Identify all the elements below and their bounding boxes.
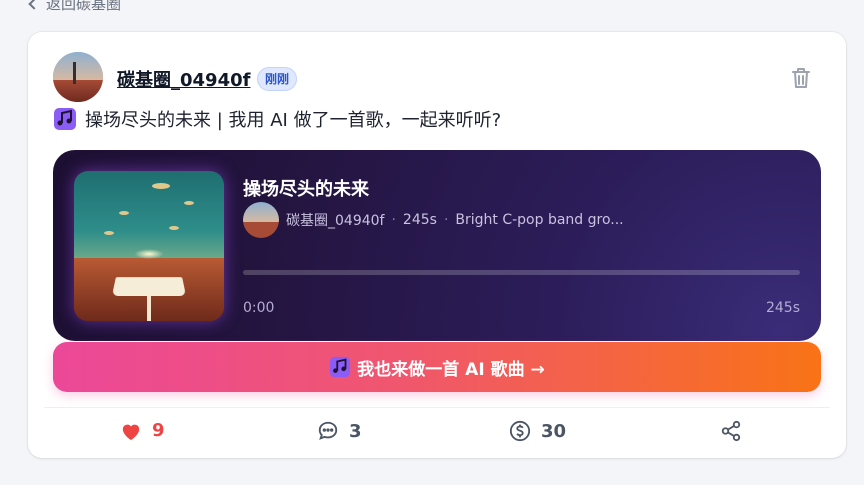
create-song-button[interactable]: 我也来做一首 AI 歌曲 → (53, 342, 821, 392)
dollar-coin-icon (509, 420, 531, 442)
action-bar: 9 3 30 (28, 418, 846, 448)
post-card: 碳基圈_04940f 刚刚 操场尽头的未来 | 我用 AI 做了一首歌，一起来听… (28, 32, 846, 458)
artist-name: 碳基圈_04940f (286, 213, 385, 229)
like-button[interactable]: 9 (120, 420, 165, 441)
post-content: 操场尽头的未来 | 我用 AI 做了一首歌，一起来听听? (53, 106, 501, 132)
song-title: 操场尽头的未来 (243, 179, 369, 200)
back-link[interactable]: 返回碳基圈 (28, 0, 122, 14)
trash-icon (792, 68, 810, 88)
heart-icon (122, 424, 140, 440)
back-label: 返回碳基圈 (46, 0, 122, 13)
music-note-icon (54, 108, 76, 130)
comment-button[interactable]: 3 (317, 420, 362, 442)
delete-button[interactable] (790, 66, 812, 90)
artist-avatar (243, 202, 279, 238)
divider (44, 407, 830, 408)
like-count: 9 (152, 420, 165, 441)
tip-button[interactable]: 30 (509, 420, 566, 442)
music-player[interactable]: 操场尽头的未来 碳基圈_04940f · 245s · Bright C-pop… (53, 150, 821, 341)
progress-bar[interactable] (243, 270, 800, 275)
current-time: 0:00 (243, 300, 275, 316)
time-badge: 刚刚 (257, 67, 298, 91)
chevron-left-icon (28, 0, 40, 10)
share-icon (721, 420, 741, 442)
song-description: Bright C-pop band gro... (455, 212, 624, 228)
share-button[interactable] (720, 420, 742, 442)
post-text: 操场尽头的未来 | 我用 AI 做了一首歌，一起来听听? (85, 110, 502, 131)
song-meta: 碳基圈_04940f · 245s · Bright C-pop band gr… (243, 202, 624, 238)
author-name[interactable]: 碳基圈_04940f (117, 66, 250, 92)
music-note-icon (330, 356, 351, 378)
album-cover[interactable] (74, 171, 224, 321)
create-song-label: 我也来做一首 AI 歌曲 → (357, 359, 545, 380)
avatar[interactable] (53, 52, 103, 102)
comment-count: 3 (349, 420, 362, 442)
comment-icon (318, 421, 338, 440)
song-duration: 245s (402, 212, 437, 228)
total-time: 245s (765, 300, 800, 316)
coin-count: 30 (541, 420, 567, 442)
